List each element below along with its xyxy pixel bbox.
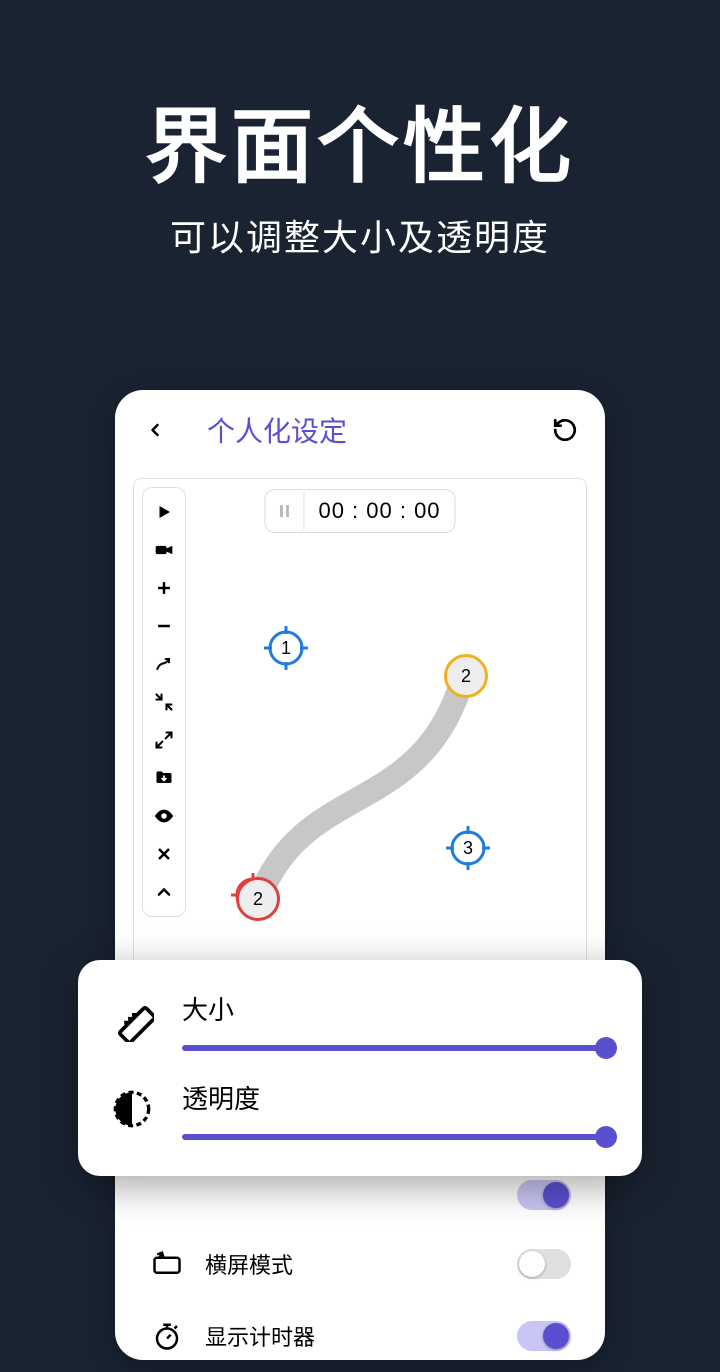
reset-button[interactable] xyxy=(549,414,581,446)
remove-button[interactable] xyxy=(148,610,180,642)
plus-icon xyxy=(154,578,174,598)
add-button[interactable] xyxy=(148,572,180,604)
pause-icon xyxy=(275,500,293,522)
size-slider-row: 大小 xyxy=(106,990,614,1051)
visibility-button[interactable] xyxy=(148,800,180,832)
curve-arrow-icon xyxy=(154,654,174,674)
settings-list: 横屏模式 显示计时器 xyxy=(133,1180,587,1372)
vertical-toolbar xyxy=(142,487,186,917)
setting-hidden-row xyxy=(133,1180,587,1228)
curve-button[interactable] xyxy=(148,648,180,680)
contract-button[interactable] xyxy=(148,686,180,718)
target-label: 1 xyxy=(281,638,291,659)
play-button[interactable] xyxy=(148,496,180,528)
preview-canvas: 00 : 00 : 00 2 2 1 3 xyxy=(133,478,587,968)
timer-widget: 00 : 00 : 00 xyxy=(264,489,455,533)
chevron-left-icon xyxy=(145,420,165,440)
size-label: 大小 xyxy=(182,990,614,1027)
eye-icon xyxy=(153,805,175,827)
folder-down-icon xyxy=(154,768,174,788)
opacity-slider[interactable] xyxy=(182,1134,614,1140)
timer-text: 00 : 00 : 00 xyxy=(304,490,454,532)
toggle-hidden[interactable] xyxy=(517,1180,571,1210)
setting-landscape-label: 横屏模式 xyxy=(205,1248,293,1280)
undo-icon xyxy=(552,417,578,443)
collapse-button[interactable] xyxy=(148,876,180,908)
import-button[interactable] xyxy=(148,762,180,794)
expand-button[interactable] xyxy=(148,724,180,756)
target-3[interactable]: 3 xyxy=(444,824,492,872)
hero-title: 界面个性化 xyxy=(0,80,720,199)
landscape-icon xyxy=(149,1246,185,1282)
setting-timer-label: 显示计时器 xyxy=(205,1320,315,1352)
video-icon xyxy=(154,540,174,560)
stopwatch-icon xyxy=(149,1318,185,1354)
chevron-up-icon xyxy=(154,882,174,902)
close-icon xyxy=(154,844,174,864)
path-start-point[interactable]: 2 xyxy=(236,877,280,921)
target-1[interactable]: 1 xyxy=(262,624,310,672)
toggle-landscape[interactable] xyxy=(517,1249,571,1279)
back-button[interactable] xyxy=(139,414,171,446)
panel-title: 个人化设定 xyxy=(207,410,347,450)
contrast-icon xyxy=(106,1083,158,1135)
panel-header: 个人化设定 xyxy=(115,390,605,464)
opacity-slider-row: 透明度 xyxy=(106,1079,614,1140)
contract-icon xyxy=(154,692,174,712)
ruler-icon xyxy=(106,994,158,1046)
expand-icon xyxy=(154,730,174,750)
slider-thumb[interactable] xyxy=(595,1037,617,1059)
pause-button[interactable] xyxy=(265,492,304,530)
play-icon xyxy=(155,503,173,521)
setting-timer-row: 显示计时器 xyxy=(133,1300,587,1372)
setting-landscape-row: 横屏模式 xyxy=(133,1228,587,1300)
close-button[interactable] xyxy=(148,838,180,870)
toggle-timer[interactable] xyxy=(517,1321,571,1351)
point-label: 2 xyxy=(461,666,471,687)
minus-icon xyxy=(154,616,174,636)
size-slider[interactable] xyxy=(182,1045,614,1051)
opacity-label: 透明度 xyxy=(182,1079,614,1116)
target-label: 3 xyxy=(463,838,473,859)
gesture-path xyxy=(204,579,544,919)
hero-subtitle: 可以调整大小及透明度 xyxy=(0,209,720,261)
point-label: 2 xyxy=(253,889,263,910)
settings-panel: 个人化设定 00 : 00 : 00 xyxy=(115,390,605,1360)
record-button[interactable] xyxy=(148,534,180,566)
slider-card: 大小 透明度 xyxy=(78,960,642,1176)
path-end-point[interactable]: 2 xyxy=(444,654,488,698)
slider-thumb[interactable] xyxy=(595,1126,617,1148)
